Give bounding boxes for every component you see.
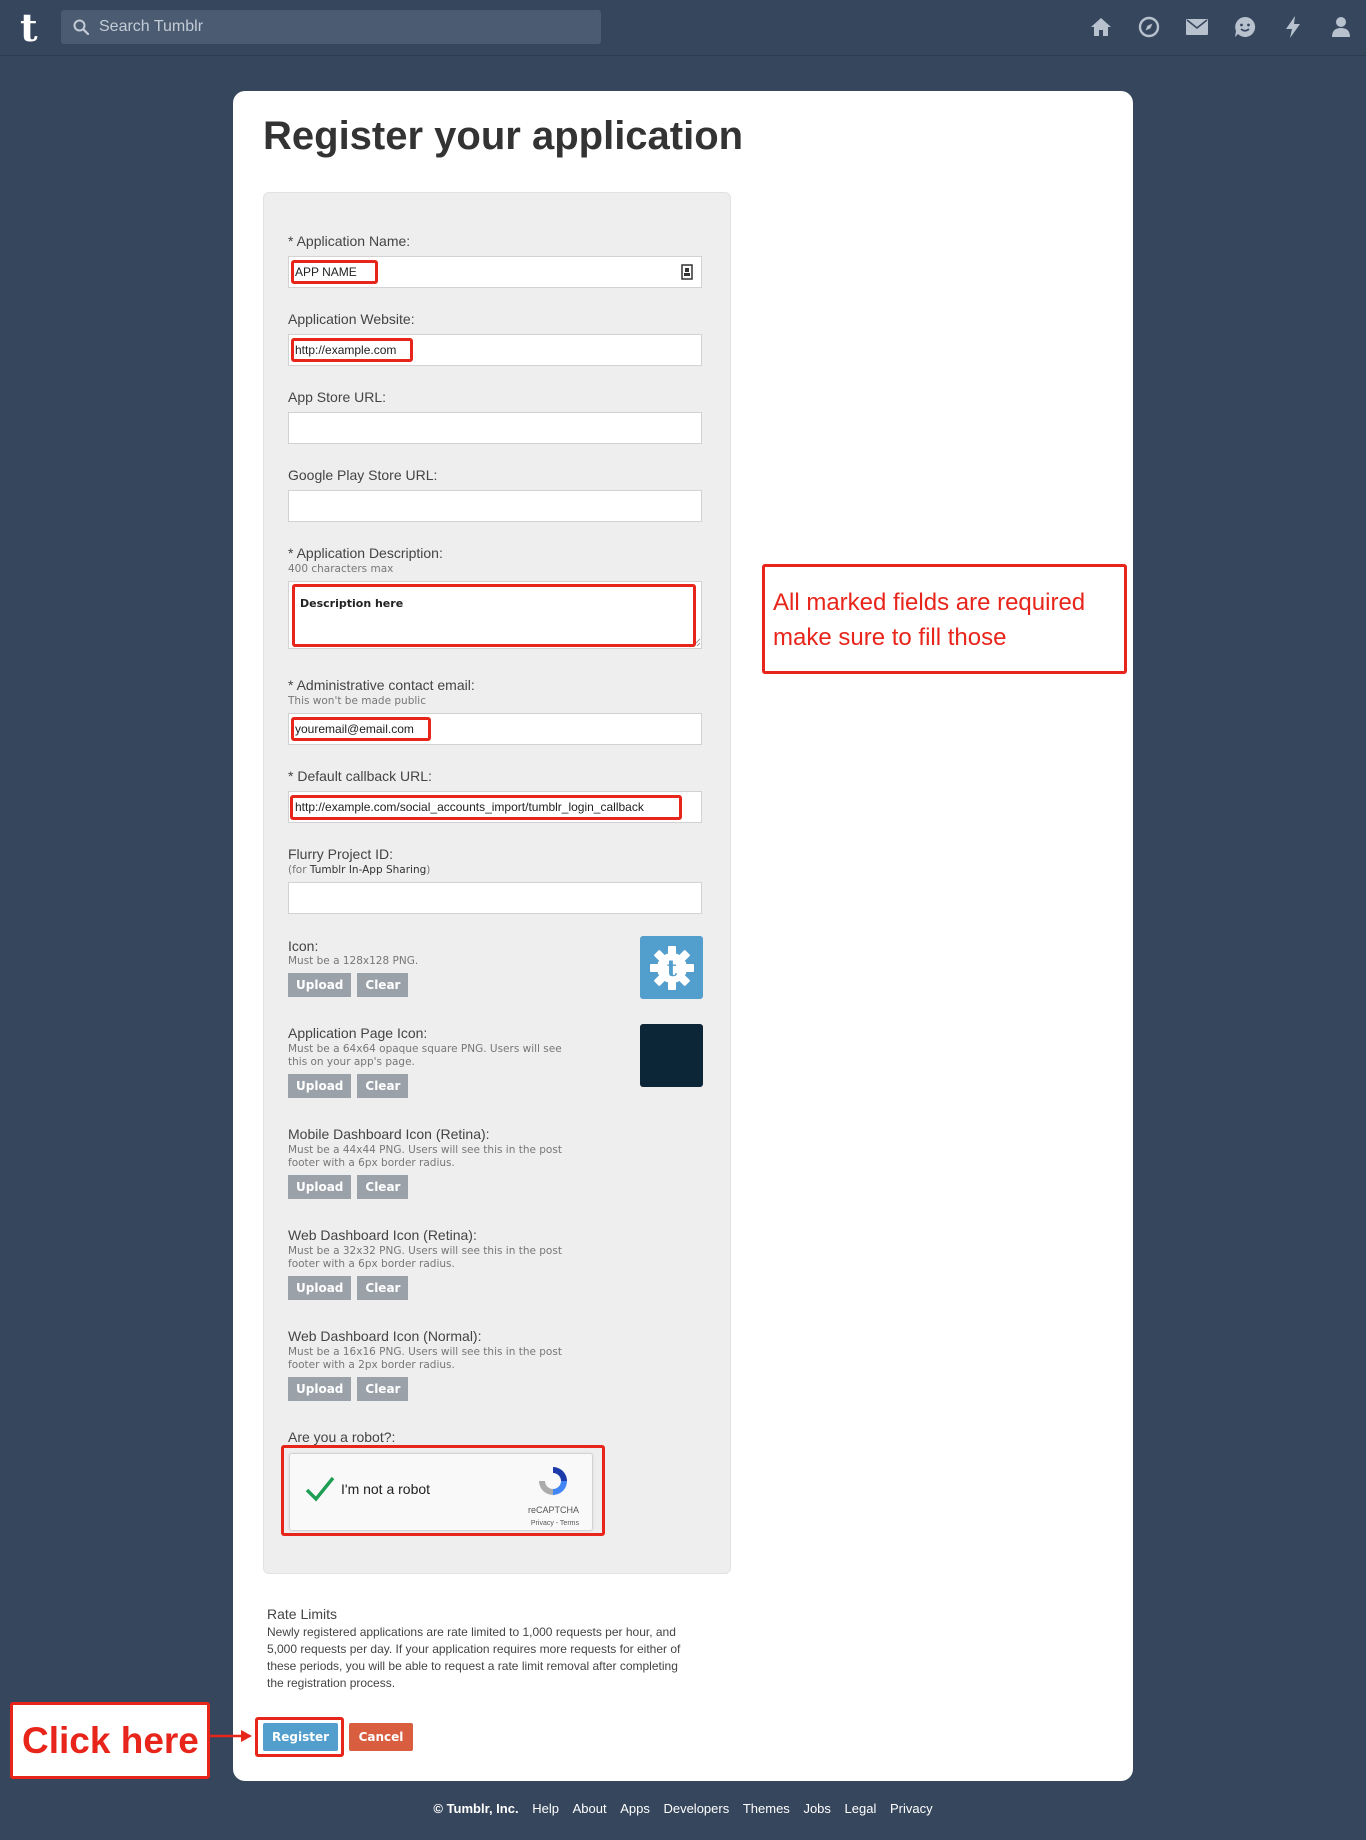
description-hint: 400 characters max [288, 563, 394, 575]
app-name-input[interactable] [288, 256, 702, 288]
mobile-icon-label: Mobile Dashboard Icon (Retina): [288, 1126, 490, 1142]
inbox-icon[interactable] [1184, 14, 1210, 40]
recaptcha-logo-icon [539, 1467, 567, 1495]
description-textarea[interactable]: Description here [288, 581, 702, 649]
admin-email-input[interactable] [288, 713, 702, 745]
mobile-icon-hint: Must be a 44x44 PNG. Users will see this… [288, 1144, 562, 1169]
description-label: * Application Description: [288, 545, 443, 561]
icon-upload-button[interactable]: Upload [288, 973, 352, 997]
google-play-url-input[interactable] [288, 490, 702, 522]
cancel-button[interactable]: Cancel [349, 1723, 413, 1751]
icon-buttons: Upload Clear [288, 973, 414, 997]
recaptcha-widget[interactable]: I'm not a robot reCAPTCHA Privacy - Term… [289, 1453, 593, 1531]
rate-limits-title: Rate Limits [267, 1606, 338, 1622]
admin-email-hint: This won't be made public [288, 695, 426, 707]
footer-link-privacy[interactable]: Privacy [890, 1801, 933, 1816]
flurry-input[interactable] [288, 882, 702, 914]
robot-label: Are you a robot?: [288, 1429, 396, 1445]
app-name-label: * Application Name: [288, 233, 411, 249]
callback-url-label: * Default callback URL: [288, 768, 432, 784]
footer-link-developers[interactable]: Developers [663, 1801, 729, 1816]
page-icon-buttons: Upload Clear [288, 1074, 414, 1098]
recaptcha-label: I'm not a robot [341, 1481, 431, 1497]
register-button[interactable]: Register [263, 1723, 338, 1751]
web-retina-icon-hint: Must be a 32x32 PNG. Users will see this… [288, 1245, 562, 1270]
web-normal-icon-upload-button[interactable]: Upload [288, 1377, 352, 1401]
web-normal-icon-buttons: Upload Clear [288, 1377, 414, 1401]
home-icon[interactable] [1088, 14, 1114, 40]
web-normal-icon-clear-button[interactable]: Clear [357, 1377, 409, 1401]
web-normal-icon-hint: Must be a 16x16 PNG. Users will see this… [288, 1346, 562, 1371]
app-store-url-label: App Store URL: [288, 389, 387, 405]
google-play-url-label: Google Play Store URL: [288, 467, 438, 483]
account-icon[interactable] [1328, 14, 1354, 40]
flurry-label: Flurry Project ID: [288, 846, 394, 862]
click-here-note: Click here [10, 1702, 210, 1779]
mobile-icon-clear-button[interactable]: Clear [357, 1175, 409, 1199]
flurry-hint: (for Tumblr In-App Sharing) [288, 864, 431, 876]
page-icon-upload-button[interactable]: Upload [288, 1074, 352, 1098]
web-retina-icon-buttons: Upload Clear [288, 1276, 414, 1300]
footer-link-themes[interactable]: Themes [743, 1801, 790, 1816]
search-box[interactable] [61, 10, 601, 44]
app-store-url-input[interactable] [288, 412, 702, 444]
top-bar: t [0, 0, 1366, 56]
recaptcha-brand: reCAPTCHA [527, 1505, 579, 1515]
footer-copyright: © Tumblr, Inc. [433, 1801, 519, 1816]
footer-link-apps[interactable]: Apps [620, 1801, 650, 1816]
app-website-input[interactable] [288, 334, 702, 366]
web-retina-icon-clear-button[interactable]: Clear [357, 1276, 409, 1300]
required-fields-note: All marked fields are required make sure… [762, 564, 1127, 674]
web-retina-icon-label: Web Dashboard Icon (Retina): [288, 1227, 477, 1243]
svg-text:t: t [666, 956, 677, 982]
page-icon-preview [640, 1024, 703, 1087]
search-input[interactable] [99, 10, 589, 44]
page-title: Register your application [263, 114, 744, 158]
footer-link-help[interactable]: Help [532, 1801, 559, 1816]
footer: © Tumblr, Inc. Help About Apps Developer… [0, 1801, 1366, 1816]
explore-icon[interactable] [1136, 14, 1162, 40]
mobile-icon-buttons: Upload Clear [288, 1175, 414, 1199]
tumblr-logo[interactable]: t [20, 6, 38, 50]
page-icon-clear-button[interactable]: Clear [357, 1074, 409, 1098]
nav-icons [1066, 14, 1354, 40]
icon-clear-button[interactable]: Clear [357, 973, 409, 997]
callback-url-input[interactable] [288, 791, 702, 823]
icon-label: Icon: [288, 938, 319, 954]
page-icon-hint: Must be a 64x64 opaque square PNG. Users… [288, 1043, 562, 1068]
icon-hint: Must be a 128x128 PNG. [288, 955, 419, 967]
recaptcha-terms-link[interactable]: Privacy - Terms [531, 1520, 579, 1527]
app-website-label: Application Website: [288, 311, 415, 327]
checkmark-icon[interactable] [305, 1476, 335, 1502]
footer-link-about[interactable]: About [573, 1801, 607, 1816]
search-icon [73, 19, 89, 35]
gear-icon: t [649, 945, 694, 990]
app-icon-preview: t [640, 936, 703, 999]
page-icon-label: Application Page Icon: [288, 1025, 428, 1041]
footer-link-jobs[interactable]: Jobs [803, 1801, 830, 1816]
rate-limits-text: Newly registered applications are rate l… [267, 1625, 681, 1690]
web-normal-icon-label: Web Dashboard Icon (Normal): [288, 1328, 482, 1344]
mobile-icon-upload-button[interactable]: Upload [288, 1175, 352, 1199]
arrow-right-icon [208, 1730, 252, 1742]
footer-link-legal[interactable]: Legal [845, 1801, 877, 1816]
messages-icon[interactable] [1232, 14, 1258, 40]
password-manager-icon[interactable] [681, 264, 693, 280]
web-retina-icon-upload-button[interactable]: Upload [288, 1276, 352, 1300]
resize-grip-icon[interactable] [692, 638, 701, 647]
activity-icon[interactable] [1280, 14, 1306, 40]
admin-email-label: * Administrative contact email: [288, 677, 475, 693]
